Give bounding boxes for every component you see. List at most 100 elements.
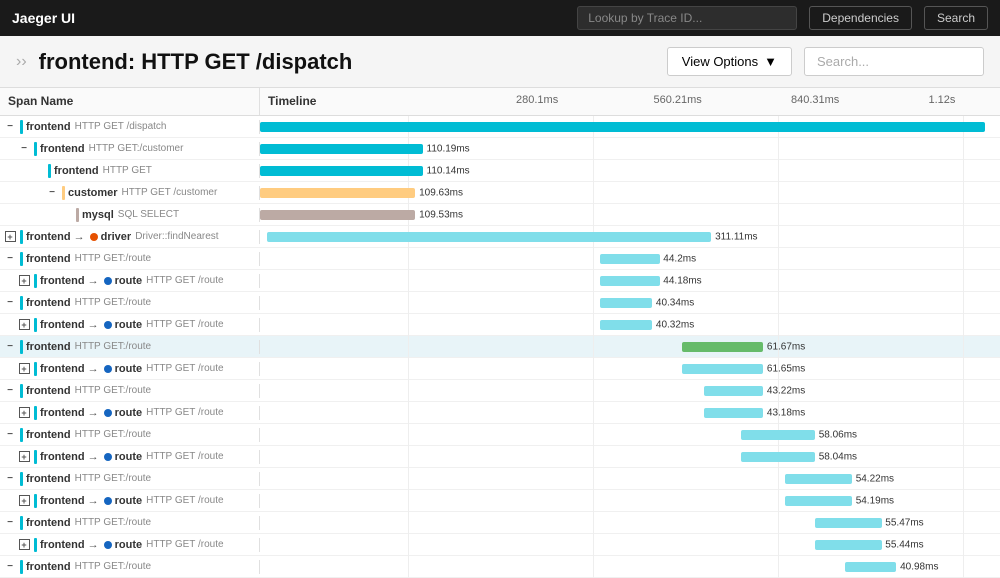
span-toggle[interactable] bbox=[59, 208, 73, 222]
span-toggle[interactable]: − bbox=[3, 120, 17, 134]
span-bar bbox=[815, 540, 882, 550]
span-service: frontend bbox=[26, 231, 71, 243]
span-service-dot bbox=[104, 497, 112, 505]
timeline-header: Timeline bbox=[260, 88, 450, 115]
table-row[interactable]: −frontendHTTP GET:/route40.98ms bbox=[0, 556, 1000, 578]
table-row[interactable]: −frontendHTTP GET:/customer110.19ms bbox=[0, 138, 1000, 160]
table-row[interactable]: +frontend →routeHTTP GET /route43.18ms bbox=[0, 402, 1000, 424]
table-row[interactable]: +frontend →routeHTTP GET /route58.04ms bbox=[0, 446, 1000, 468]
span-op-name: HTTP GET /route bbox=[146, 363, 223, 374]
grid-line bbox=[963, 468, 964, 490]
grid-line bbox=[593, 160, 594, 182]
trace-search-input[interactable] bbox=[804, 47, 984, 76]
span-bar bbox=[260, 166, 423, 176]
span-timeline-cell: 54.19ms bbox=[260, 490, 1000, 512]
grid-line bbox=[778, 204, 779, 226]
span-name-cell: +frontend →routeHTTP GET /route bbox=[0, 538, 260, 552]
span-toggle[interactable]: + bbox=[17, 362, 31, 376]
grid-line bbox=[963, 292, 964, 314]
view-options-button[interactable]: View Options ▼ bbox=[667, 47, 792, 76]
grid-line bbox=[963, 248, 964, 270]
grid-line bbox=[778, 138, 779, 160]
span-toggle[interactable]: + bbox=[17, 450, 31, 464]
table-row[interactable]: +frontend →driverDriver::findNearest311.… bbox=[0, 226, 1000, 248]
span-toggle[interactable]: − bbox=[3, 560, 17, 574]
table-row[interactable]: −frontendHTTP GET /dispatch bbox=[0, 116, 1000, 138]
span-toggle[interactable]: + bbox=[3, 230, 17, 244]
span-toggle[interactable]: + bbox=[17, 406, 31, 420]
grid-line bbox=[963, 424, 964, 446]
grid-line bbox=[778, 270, 779, 292]
span-target-service: route bbox=[115, 319, 143, 331]
span-service-dot bbox=[104, 409, 112, 417]
span-name-cell: −frontendHTTP GET:/route bbox=[0, 428, 260, 442]
span-toggle[interactable]: − bbox=[45, 186, 59, 200]
span-bar bbox=[704, 408, 763, 418]
table-row[interactable]: mysqlSQL SELECT109.53ms bbox=[0, 204, 1000, 226]
span-toggle[interactable]: + bbox=[17, 274, 31, 288]
span-bar bbox=[600, 320, 652, 330]
table-row[interactable]: +frontend →routeHTTP GET /route55.44ms bbox=[0, 534, 1000, 556]
span-toggle[interactable]: − bbox=[3, 428, 17, 442]
span-toggle[interactable]: − bbox=[3, 516, 17, 530]
page-title: frontend: HTTP GET /dispatch bbox=[39, 49, 655, 75]
span-color-indicator bbox=[20, 230, 23, 244]
dependencies-button[interactable]: Dependencies bbox=[809, 6, 912, 30]
span-toggle[interactable]: − bbox=[3, 472, 17, 486]
grid-line bbox=[593, 512, 594, 534]
span-duration-label: 311.11ms bbox=[715, 231, 757, 242]
span-service: frontend bbox=[40, 407, 85, 419]
table-row[interactable]: +frontend →routeHTTP GET /route54.19ms bbox=[0, 490, 1000, 512]
back-chevron-icon[interactable]: ›› bbox=[16, 53, 27, 71]
table-row[interactable]: −frontendHTTP GET:/route44.2ms bbox=[0, 248, 1000, 270]
grid-line bbox=[963, 182, 964, 204]
span-color-indicator bbox=[20, 120, 23, 134]
span-service: frontend bbox=[40, 275, 85, 287]
grid-line bbox=[593, 490, 594, 512]
grid-line bbox=[963, 512, 964, 534]
span-color-indicator bbox=[34, 274, 37, 288]
table-row[interactable]: −frontendHTTP GET:/route55.47ms bbox=[0, 512, 1000, 534]
span-duration-label: 40.34ms bbox=[656, 297, 694, 308]
grid-line bbox=[593, 204, 594, 226]
span-toggle[interactable]: − bbox=[3, 384, 17, 398]
span-duration-label: 61.65ms bbox=[767, 363, 805, 374]
table-row[interactable]: +frontend →routeHTTP GET /route40.32ms bbox=[0, 314, 1000, 336]
span-name-cell: +frontend →routeHTTP GET /route bbox=[0, 362, 260, 376]
topnav-search-button[interactable]: Search bbox=[924, 6, 988, 30]
table-row[interactable]: −frontendHTTP GET:/route54.22ms bbox=[0, 468, 1000, 490]
grid-line bbox=[778, 534, 779, 556]
table-row[interactable]: −frontendHTTP GET:/route61.67ms bbox=[0, 336, 1000, 358]
span-toggle[interactable]: − bbox=[3, 340, 17, 354]
span-bar bbox=[785, 474, 852, 484]
span-bar bbox=[260, 210, 415, 220]
span-service: frontend bbox=[26, 517, 71, 529]
span-toggle[interactable]: − bbox=[3, 296, 17, 310]
span-toggle[interactable]: + bbox=[17, 538, 31, 552]
span-duration-label: 110.14ms bbox=[427, 165, 470, 176]
span-toggle[interactable]: − bbox=[3, 252, 17, 266]
span-service: frontend bbox=[26, 253, 71, 265]
table-row[interactable]: +frontend →routeHTTP GET /route44.18ms bbox=[0, 270, 1000, 292]
span-toggle[interactable]: − bbox=[17, 142, 31, 156]
span-operation: HTTP GET:/route bbox=[75, 341, 152, 352]
table-row[interactable]: −frontendHTTP GET:/route58.06ms bbox=[0, 424, 1000, 446]
table-row[interactable]: −frontendHTTP GET:/route43.22ms bbox=[0, 380, 1000, 402]
span-toggle[interactable]: + bbox=[17, 318, 31, 332]
table-row[interactable]: −customerHTTP GET /customer109.63ms bbox=[0, 182, 1000, 204]
trace-lookup-input[interactable] bbox=[577, 6, 797, 30]
span-bar bbox=[260, 144, 423, 154]
grid-line bbox=[408, 402, 409, 424]
span-arrow: → bbox=[88, 539, 99, 551]
span-timeline-cell: 109.53ms bbox=[260, 204, 1000, 226]
table-row[interactable]: frontendHTTP GET110.14ms bbox=[0, 160, 1000, 182]
table-row[interactable]: −frontendHTTP GET:/route40.34ms bbox=[0, 292, 1000, 314]
grid-line bbox=[408, 446, 409, 468]
span-toggle[interactable]: + bbox=[17, 494, 31, 508]
span-name-cell: −frontendHTTP GET:/route bbox=[0, 384, 260, 398]
span-service: frontend bbox=[40, 143, 85, 155]
table-row[interactable]: +frontend →routeHTTP GET /route 61.65ms bbox=[0, 358, 1000, 380]
span-operation: HTTP GET:/route bbox=[75, 253, 152, 264]
span-timeline-cell: 55.47ms bbox=[260, 512, 1000, 534]
span-toggle[interactable] bbox=[31, 164, 45, 178]
